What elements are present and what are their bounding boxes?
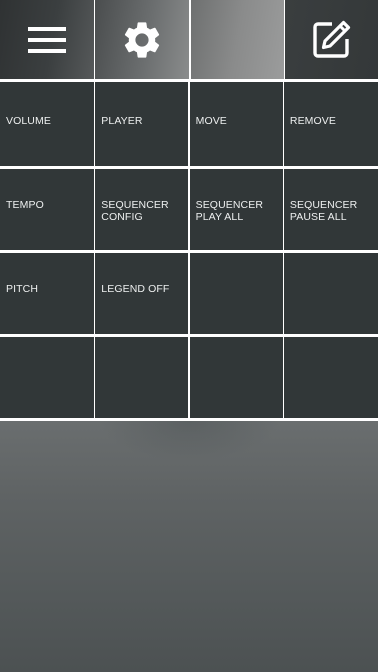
blank-toolbar-button[interactable]: [190, 0, 284, 79]
empty-grid-cell[interactable]: [0, 337, 94, 418]
sequencer-play-all-button[interactable]: SEQUENCER PLAY ALL: [189, 169, 283, 250]
sequencer-pause-all-button[interactable]: SEQUENCER PAUSE ALL: [283, 169, 378, 250]
menu-button[interactable]: [0, 0, 94, 79]
control-grid: VOLUME PLAYER MOVE REMOVE TEMPO SEQUENCE…: [0, 82, 378, 419]
move-button[interactable]: MOVE: [189, 82, 283, 166]
hamburger-menu-icon: [28, 26, 66, 53]
empty-grid-cell[interactable]: [189, 253, 283, 334]
legend-off-button[interactable]: LEGEND OFF: [95, 253, 189, 334]
sequencer-config-button[interactable]: SEQUENCER CONFIG: [95, 169, 189, 250]
tempo-button[interactable]: TEMPO: [0, 169, 94, 250]
app-screen: VOLUME PLAYER MOVE REMOVE TEMPO SEQUENCE…: [0, 0, 378, 672]
edit-button[interactable]: [284, 0, 378, 79]
gear-icon: [125, 21, 160, 58]
empty-grid-cell[interactable]: [95, 337, 189, 418]
empty-grid-cell[interactable]: [283, 337, 378, 418]
remove-button[interactable]: REMOVE: [283, 82, 378, 166]
bottom-panel: [0, 421, 378, 672]
edit-icon: [313, 20, 351, 58]
settings-button[interactable]: [95, 0, 190, 79]
volume-button[interactable]: VOLUME: [0, 82, 94, 166]
empty-grid-cell[interactable]: [283, 253, 378, 334]
player-button[interactable]: PLAYER: [95, 82, 189, 166]
pitch-button[interactable]: PITCH: [0, 253, 94, 334]
top-toolbar: [0, 0, 378, 79]
empty-grid-cell[interactable]: [189, 337, 283, 418]
